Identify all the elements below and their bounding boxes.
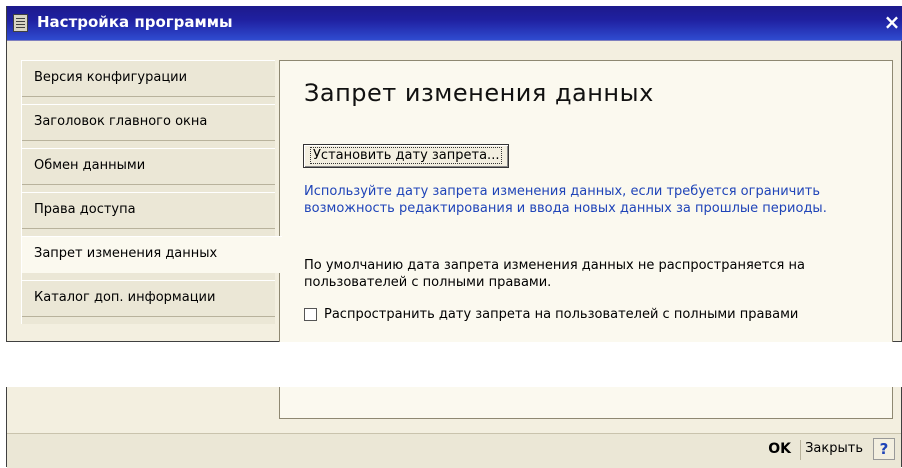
title-bar[interactable]: Настройка программы × bbox=[7, 6, 902, 41]
apply-to-full-rights-checkbox-row[interactable]: Распространить дату запрета на пользоват… bbox=[304, 305, 798, 323]
apply-to-full-rights-label: Распространить дату запрета на пользоват… bbox=[324, 306, 799, 322]
info-text: Используйте дату запрета изменения данны… bbox=[304, 184, 827, 216]
close-icon[interactable]: × bbox=[881, 11, 902, 33]
tab-config-version[interactable]: Версия конфигурации bbox=[22, 60, 275, 97]
tab-content-panel: Запрет изменения данных Установить дату … bbox=[279, 60, 893, 342]
dialog-footer: OK Закрыть ? bbox=[7, 433, 901, 468]
note-text: По умолчанию дата запрета изменения данн… bbox=[304, 258, 805, 290]
tab-main-window-title[interactable]: Заголовок главного окна bbox=[22, 104, 275, 141]
set-prohibition-date-label: Установить дату запрета... bbox=[310, 147, 503, 164]
form-icon bbox=[13, 14, 28, 32]
footer-separator bbox=[800, 440, 801, 460]
apply-to-full-rights-checkbox[interactable] bbox=[304, 307, 317, 321]
help-icon[interactable]: ? bbox=[873, 438, 895, 460]
close-button[interactable]: Закрыть bbox=[805, 441, 863, 456]
tabs-list: Версия конфигурации Заголовок главного о… bbox=[21, 60, 282, 324]
settings-window-bottom: OK Закрыть ? bbox=[6, 387, 902, 468]
tab-extra-info-catalog[interactable]: Каталог доп. информации bbox=[22, 280, 275, 317]
ok-button[interactable]: OK bbox=[768, 441, 791, 457]
tab-content-panel-bottom bbox=[279, 387, 893, 419]
set-prohibition-date-button[interactable]: Установить дату запрета... bbox=[303, 144, 510, 168]
settings-window: Настройка программы × Версия конфигураци… bbox=[6, 6, 902, 342]
tabs-area-bottom bbox=[21, 387, 274, 419]
window-title: Настройка программы bbox=[37, 13, 233, 31]
tab-access-rights[interactable]: Права доступа bbox=[22, 192, 275, 229]
tab-data-change-prohibition[interactable]: Запрет изменения данных bbox=[22, 236, 282, 273]
tab-data-exchange[interactable]: Обмен данными bbox=[22, 148, 275, 185]
page-title: Запрет изменения данных bbox=[304, 79, 654, 107]
